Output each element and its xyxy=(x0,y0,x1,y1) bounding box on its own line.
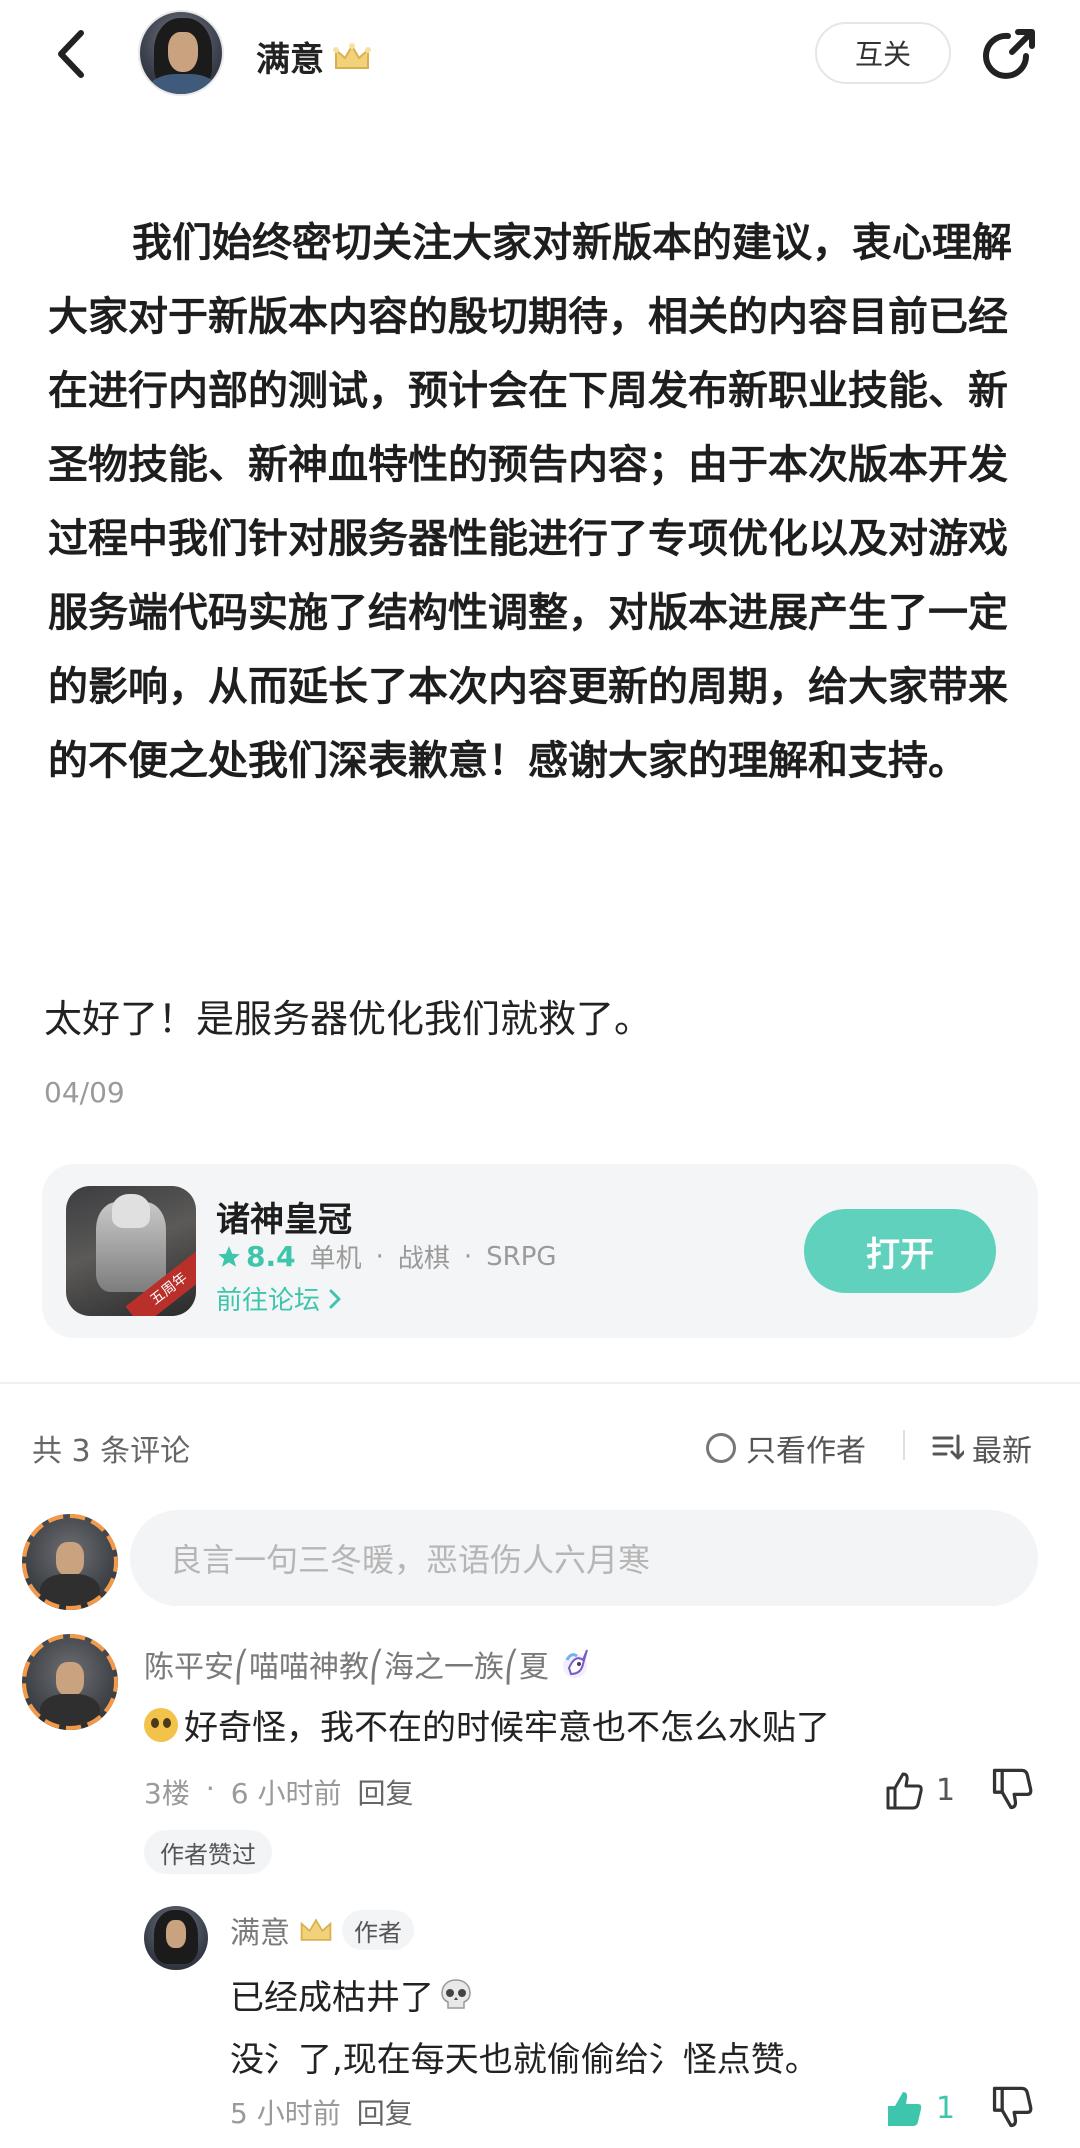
author-tag: 作者 xyxy=(342,1910,414,1950)
my-avatar[interactable] xyxy=(22,1514,118,1610)
share-icon xyxy=(983,29,1035,79)
post-date: 04/09 xyxy=(44,1076,125,1109)
star-icon xyxy=(218,1245,240,1267)
radio-icon xyxy=(706,1433,736,1463)
reply-like-button[interactable]: 1 xyxy=(882,2086,955,2130)
top-bar: 满意 互关 xyxy=(0,0,1080,110)
game-meta: 8.4 单机 · 战棋 · SRPG xyxy=(216,1238,557,1275)
share-button[interactable] xyxy=(982,26,1038,82)
reply-author-name[interactable]: 满意 作者 xyxy=(230,1908,414,1952)
open-game-button[interactable]: 打开 xyxy=(804,1209,996,1293)
thumbs-down-icon xyxy=(992,2086,1033,2128)
thumbs-up-icon xyxy=(886,1772,923,1810)
game-title: 诸神皇冠 xyxy=(216,1200,352,1240)
post-paragraph: 我们始终密切关注大家对新版本的建议，衷心理解大家对于新版本内容的殷切期待，相关的… xyxy=(48,220,1012,784)
section-divider xyxy=(0,1382,1080,1384)
comment-floor: 3楼 xyxy=(144,1777,190,1810)
thumbs-down-icon xyxy=(992,1768,1033,1810)
comment-text: 好奇怪，我不在的时候牢意也不怎么水贴了 xyxy=(144,1700,830,1749)
game-icon[interactable]: 五周年 xyxy=(66,1186,196,1316)
author-liked-badge: 作者赞过 xyxy=(144,1830,272,1874)
comment-like-button[interactable]: 1 xyxy=(882,1768,955,1812)
reply-text-line: 没氵了,现在每天也就偷偷给氵怪点赞。 xyxy=(230,2040,819,2080)
post-body: 我们始终密切关注大家对新版本的建议，衷心理解大家对于新版本内容的殷切期待，相关的… xyxy=(48,206,1038,798)
comments-count: 共 3 条评论 xyxy=(32,1434,191,1469)
reply-text-line: 已经成枯井了 xyxy=(230,1970,474,2019)
game-rating: 8.4 xyxy=(216,1240,296,1273)
reply-dislike-button[interactable] xyxy=(988,2084,1036,2132)
sort-icon xyxy=(932,1434,964,1460)
chevron-left-icon xyxy=(58,30,84,78)
game-tag: 战棋 xyxy=(397,1244,450,1274)
comment-meta: 3楼 · 6 小时前 回复 xyxy=(144,1772,413,1812)
back-button[interactable] xyxy=(40,22,100,86)
author-avatar[interactable] xyxy=(138,10,224,96)
meta-dot: · xyxy=(205,1772,215,1805)
mutual-follow-button[interactable]: 互关 xyxy=(815,22,951,84)
reply-author-avatar[interactable] xyxy=(144,1906,208,1970)
reply-reply-button[interactable]: 回复 xyxy=(357,2092,413,2132)
comment-input[interactable]: 良言一句三冬暖，恶语伤人六月寒 xyxy=(130,1510,1038,1606)
unicorn-badge-icon xyxy=(563,1649,588,1678)
sort-newest-button[interactable]: 最新 xyxy=(932,1426,1032,1470)
skull-icon xyxy=(441,1978,471,2009)
tag-separator: · xyxy=(463,1241,473,1272)
bar-separator xyxy=(903,1430,905,1460)
comment-dislike-button[interactable] xyxy=(988,1766,1036,1814)
commenter-name[interactable]: 陈平安⎛喵喵神教⎛海之一族⎛夏 xyxy=(144,1642,593,1686)
author-only-toggle[interactable]: 只看作者 xyxy=(706,1426,866,1470)
crown-icon xyxy=(300,1918,332,1941)
comment-reply-button[interactable]: 回复 xyxy=(357,1772,413,1812)
game-tag: 单机 xyxy=(309,1244,362,1274)
commenter-avatar[interactable] xyxy=(22,1634,118,1730)
game-card[interactable]: 五周年 诸神皇冠 8.4 单机 · 战棋 · SRPG 前往论坛 打开 xyxy=(42,1164,1038,1338)
thumbs-up-filled-icon xyxy=(888,2092,922,2126)
author-name[interactable]: 满意 xyxy=(256,32,372,81)
game-tag: SRPG xyxy=(486,1241,557,1272)
post-comment-text: 太好了！是服务器优化我们就救了。 xyxy=(44,997,653,1041)
reply-time: 5 小时前 xyxy=(230,2097,341,2130)
reply-meta: 5 小时前 回复 xyxy=(230,2092,413,2132)
tag-separator: · xyxy=(375,1241,384,1272)
chevron-right-icon xyxy=(329,1289,341,1308)
comment-time: 6 小时前 xyxy=(230,1777,342,1810)
crown-icon xyxy=(333,42,371,69)
comment-input-placeholder: 良言一句三冬暖，恶语伤人六月寒 xyxy=(170,1541,651,1579)
surprised-emoji-icon xyxy=(144,1707,178,1742)
forum-link[interactable]: 前往论坛 xyxy=(216,1280,342,1317)
